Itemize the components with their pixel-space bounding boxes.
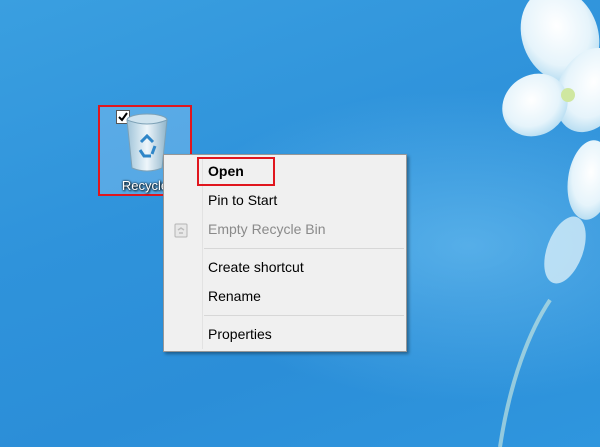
- menu-item-empty-recycle-bin: Empty Recycle Bin: [208, 221, 326, 237]
- menu-item-pin-to-start[interactable]: Pin to Start: [208, 188, 277, 212]
- open-item-highlight: [197, 157, 275, 186]
- menu-item-create-shortcut[interactable]: Create shortcut: [208, 255, 304, 279]
- menu-item-properties[interactable]: Properties: [208, 322, 272, 346]
- menu-item-rename[interactable]: Rename: [208, 284, 261, 308]
- menu-separator: [204, 315, 404, 316]
- menu-separator: [204, 248, 404, 249]
- wallpaper-flower: [498, 0, 600, 447]
- recycle-bin-small-icon: [174, 223, 188, 238]
